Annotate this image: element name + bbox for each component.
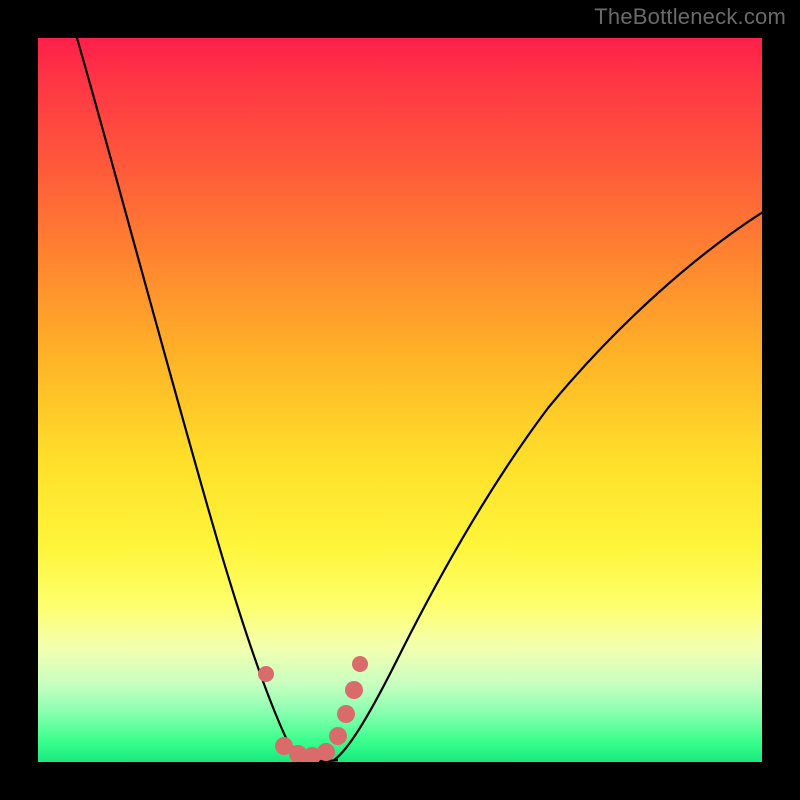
marker-dot (258, 666, 274, 682)
marker-dot (329, 727, 347, 745)
plot-area (38, 38, 762, 762)
left-curve (74, 38, 308, 760)
right-curve (334, 210, 762, 760)
curve-layer (38, 38, 762, 762)
chart-frame: TheBottleneck.com (0, 0, 800, 800)
marker-dot (337, 705, 355, 723)
watermark-text: TheBottleneck.com (594, 4, 786, 30)
marker-dot (345, 681, 363, 699)
marker-dot (317, 743, 335, 761)
marker-dot (352, 656, 368, 672)
